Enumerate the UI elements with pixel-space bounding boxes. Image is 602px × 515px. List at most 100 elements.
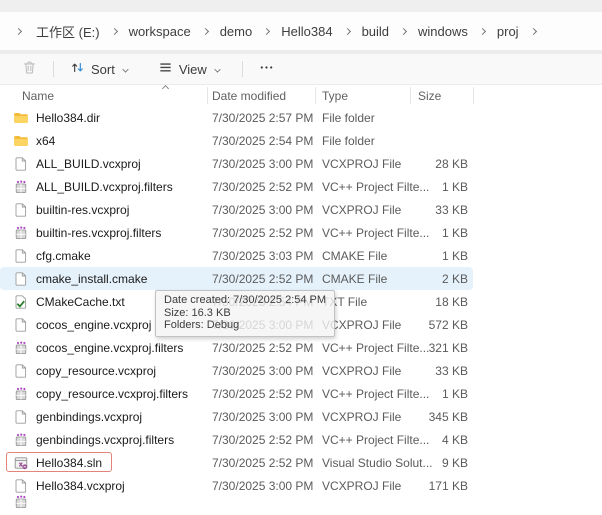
breadcrumb-item[interactable]: 工作区 (E:) xyxy=(34,19,102,44)
file-row[interactable]: ALL_BUILD.vcxproj.filters 7/30/2025 2:52 … xyxy=(0,175,473,198)
column-divider[interactable] xyxy=(410,87,411,104)
file-row[interactable]: builtin-res.vcxproj 7/30/2025 3:00 PM VCXP… xyxy=(0,198,473,221)
column-divider[interactable] xyxy=(473,87,474,104)
file-name-cell: Hello384.vcxproj xyxy=(0,478,207,494)
file-name-cell: genbindings.vcxproj xyxy=(0,409,207,425)
more-options-button[interactable] xyxy=(251,56,282,82)
file-name-cell: ALL_BUILD.vcxproj xyxy=(0,156,207,172)
file-row[interactable]: cmake_install.cmake 7/30/2025 2:52 PM CMAK… xyxy=(0,267,473,290)
file-row[interactable]: ALL_BUILD.vcxproj 7/30/2025 3:00 PM VCXPRO… xyxy=(0,152,473,175)
text-file-icon xyxy=(13,294,29,310)
breadcrumb-item[interactable]: Hello384 xyxy=(279,21,334,42)
breadcrumb-item[interactable]: demo xyxy=(218,21,255,42)
file-name: copy_resource.vcxproj xyxy=(36,363,157,378)
file-size: 28 KB xyxy=(435,156,468,171)
file-name-cell: cfg.cmake xyxy=(0,248,207,264)
file-type: VC++ Project Filte... xyxy=(322,340,430,355)
file-icon xyxy=(13,317,29,333)
file-type: VC++ Project Filte... xyxy=(322,179,430,194)
file-row[interactable]: copy_resource.vcxproj 7/30/2025 3:00 PM VC… xyxy=(0,359,473,382)
file-icon xyxy=(13,202,29,218)
file-size: 345 KB xyxy=(428,409,468,424)
chevron-right-icon[interactable] xyxy=(529,27,537,35)
file-date-modified: 7/30/2025 2:52 PM xyxy=(212,340,314,355)
file-date-modified: 7/30/2025 2:57 PM xyxy=(212,110,314,125)
file-date-modified: 7/30/2025 3:00 PM xyxy=(212,202,314,217)
column-header-date-modified[interactable]: Date modified xyxy=(207,89,315,103)
file-row[interactable]: Hello384.vcxproj 7/30/2025 3:00 PM VCXPROJ… xyxy=(0,474,473,497)
file-date-modified: 7/30/2025 3:03 PM xyxy=(212,248,314,263)
window-top-strip xyxy=(0,0,602,12)
chevron-right-icon[interactable] xyxy=(263,27,271,35)
chevron-right-icon[interactable] xyxy=(343,27,351,35)
chevron-right-icon[interactable] xyxy=(478,27,486,35)
chevron-right-icon[interactable] xyxy=(110,27,118,35)
file-size: 33 KB xyxy=(435,363,468,378)
file-size: 1 KB xyxy=(441,386,468,401)
file-date-modified: 7/30/2025 2:52 PM xyxy=(212,386,314,401)
breadcrumb-item[interactable]: workspace xyxy=(127,21,193,42)
view-button[interactable]: View xyxy=(150,56,228,82)
breadcrumb-item[interactable]: windows xyxy=(416,21,470,42)
file-size: 171 KB xyxy=(428,478,468,493)
column-divider[interactable] xyxy=(315,87,316,104)
file-type: VC++ Project Filte... xyxy=(322,432,430,447)
filters-icon xyxy=(13,225,29,241)
column-divider[interactable] xyxy=(207,87,208,104)
breadcrumb-item[interactable]: proj xyxy=(495,21,521,42)
file-size: 33 KB xyxy=(435,202,468,217)
file-name: ALL_BUILD.vcxproj xyxy=(36,156,141,171)
file-row[interactable]: x64 7/30/2025 2:54 PM File folder xyxy=(0,129,473,152)
file-type: File folder xyxy=(322,133,375,148)
delete-button[interactable] xyxy=(14,56,45,82)
chevron-right-icon[interactable] xyxy=(201,27,209,35)
file-name: genbindings.vcxproj xyxy=(36,409,143,424)
file-size: 2 KB xyxy=(441,271,468,286)
file-size: 1 KB xyxy=(441,248,468,263)
file-row[interactable]: cfg.cmake 7/30/2025 3:03 PM CMAKE File 1 KB xyxy=(0,244,473,267)
file-icon xyxy=(13,478,29,494)
file-name-cell: x64 xyxy=(0,133,207,149)
file-name: cfg.cmake xyxy=(36,248,91,263)
folder-icon xyxy=(13,110,29,126)
filters-icon xyxy=(13,494,29,510)
file-row[interactable]: Hello384.dir 7/30/2025 2:57 PM File folder xyxy=(0,106,473,129)
chevron-right-icon[interactable] xyxy=(399,27,408,35)
file-type: File folder xyxy=(322,110,375,125)
breadcrumb-items: 工作区 (E:) workspace demo Hello384 build window… xyxy=(34,19,521,44)
file-date-modified: 7/30/2025 2:52 PM xyxy=(212,432,314,447)
view-button-label: View xyxy=(178,61,207,77)
file-name: builtin-res.vcxproj xyxy=(36,202,130,217)
file-type: VC++ Project Filte... xyxy=(322,225,430,240)
breadcrumb-item[interactable]: build xyxy=(360,21,391,42)
filters-icon xyxy=(13,432,29,448)
file-size: 321 KB xyxy=(428,340,468,355)
file-icon xyxy=(13,363,29,379)
file-row[interactable]: cocos_engine.vcxproj.filters 7/30/2025 2:… xyxy=(0,336,473,359)
file-row[interactable]: genbindings.vcxproj 7/30/2025 3:00 PM VCXP… xyxy=(0,405,473,428)
column-header-name[interactable]: Name xyxy=(0,89,207,103)
file-row[interactable]: builtin-res.vcxproj.filters 7/30/2025 2:5… xyxy=(0,221,473,244)
file-date-modified: 7/30/2025 3:00 PM xyxy=(212,363,314,378)
breadcrumb: 工作区 (E:) workspace demo Hello384 build window… xyxy=(0,12,602,50)
chevron-down-icon xyxy=(122,65,129,73)
chevron-right-icon[interactable] xyxy=(14,27,23,35)
column-header-size[interactable]: Size xyxy=(410,89,473,103)
file-size: 9 KB xyxy=(441,455,468,470)
column-header-type[interactable]: Type xyxy=(315,89,410,103)
file-row[interactable]: genbindings.vcxproj.filters 7/30/2025 2:5… xyxy=(0,428,473,451)
sort-button[interactable]: Sort xyxy=(62,56,136,82)
file-row[interactable]: copy_resource.vcxproj.filters 7/30/2025 2… xyxy=(0,382,473,405)
file-row[interactable]: Hello384.sln 7/30/2025 2:52 PM Visual Stud… xyxy=(0,451,473,474)
file-name: genbindings.vcxproj.filters xyxy=(36,432,175,447)
file-size: 572 KB xyxy=(428,317,468,332)
file-icon xyxy=(13,156,29,172)
file-icon xyxy=(13,409,29,425)
file-name-cell: ALL_BUILD.vcxproj.filters xyxy=(0,179,207,195)
filters-icon xyxy=(13,179,29,195)
file-name: cmake_install.cmake xyxy=(36,271,148,286)
file-date-modified: 7/30/2025 2:52 PM xyxy=(212,271,314,286)
file-name: Hello384.sln xyxy=(36,455,103,470)
column-header-row: Name Date modified Type Size xyxy=(0,85,474,106)
file-size: 18 KB xyxy=(435,294,468,309)
